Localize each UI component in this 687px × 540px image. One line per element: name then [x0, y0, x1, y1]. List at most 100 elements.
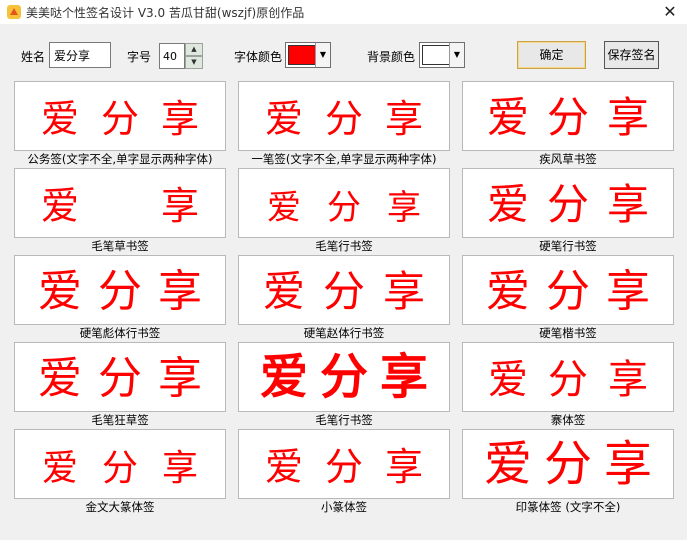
- signature-preview[interactable]: 爱分享: [14, 255, 226, 325]
- signature-cell[interactable]: 爱分享公务签(文字不全,单字显示两种字体): [14, 81, 226, 167]
- font-size-stepper[interactable]: ▲ ▼: [185, 43, 203, 69]
- signature-preview[interactable]: 爱分享: [238, 429, 450, 499]
- signature-preview[interactable]: 爱分享: [462, 255, 674, 325]
- signature-glyph: 分: [320, 349, 368, 405]
- close-button[interactable]: ✕: [653, 0, 687, 24]
- signature-glyph: 享: [161, 97, 199, 141]
- signature-glyph: 享: [385, 97, 423, 141]
- signature-cell[interactable]: 爱分享硬笔彪体行书签: [14, 255, 226, 341]
- signature-glyph: 爱: [488, 357, 528, 403]
- signature-style-caption: 毛笔草书签: [91, 239, 149, 253]
- name-label: 姓名: [21, 50, 46, 64]
- bg-color-swatch: [422, 45, 450, 65]
- signature-cell[interactable]: 爱分享毛笔狂草签: [14, 342, 226, 428]
- signature-preview[interactable]: 爱分享: [462, 168, 674, 238]
- close-icon: ✕: [663, 2, 677, 21]
- signature-style-caption: 印篆体签 (文字不全): [515, 500, 621, 514]
- signature-glyph: 分: [102, 448, 138, 489]
- signature-preview[interactable]: 爱分享: [462, 81, 674, 151]
- chevron-down-icon[interactable]: ▼: [449, 43, 464, 67]
- signature-glyph: 分: [325, 97, 363, 141]
- title-bar: 美美哒个性签名设计 V3.0 苦瓜甘甜(wszjf)原创作品 ✕: [0, 0, 687, 24]
- signature-glyph: 爱: [42, 448, 78, 489]
- signature-preview[interactable]: 爱分享: [238, 255, 450, 325]
- font-size-input[interactable]: [159, 43, 185, 69]
- signature-glyph: 爱: [487, 93, 529, 142]
- signature-preview[interactable]: 爱分享: [14, 429, 226, 499]
- signature-glyph: 享: [383, 267, 425, 316]
- signature-glyph: 分: [547, 180, 589, 229]
- signature-cell[interactable]: 爱分享金文大篆体签: [14, 429, 226, 515]
- font-color-picker[interactable]: ▼: [285, 42, 331, 68]
- signature-style-caption: 硬笔彪体行书签: [79, 326, 161, 340]
- signature-cell[interactable]: 爱分享印篆体签 (文字不全): [462, 429, 674, 515]
- signature-glyph: 分: [325, 445, 363, 489]
- signature-glyph: 爱: [265, 97, 303, 141]
- signature-glyph: 爱: [265, 445, 303, 489]
- signature-glyph: 分: [327, 188, 361, 228]
- signature-style-caption: 硬笔行书签: [539, 239, 597, 253]
- font-color-swatch: [288, 45, 316, 65]
- signature-preview[interactable]: 爱分享: [238, 342, 450, 412]
- signature-cell[interactable]: 爱分享硬笔赵体行书签: [238, 255, 450, 341]
- signature-glyph: 爱: [41, 184, 79, 228]
- signature-glyph: 享: [158, 353, 202, 404]
- signature-style-caption: 小篆体签: [321, 500, 367, 514]
- signature-cell[interactable]: 爱分享毛笔行书签: [238, 168, 450, 254]
- bg-color-label: 背景颜色: [367, 50, 416, 64]
- signature-glyph: 享: [161, 184, 199, 228]
- signature-preview[interactable]: 爱分享: [238, 81, 450, 151]
- signature-glyph: 享: [380, 349, 428, 405]
- signature-glyph: 享: [162, 448, 198, 489]
- signature-glyph: 享: [607, 93, 649, 142]
- signature-glyph: 享: [385, 445, 423, 489]
- signature-glyph: 爱: [263, 267, 305, 316]
- signature-style-caption: 疾风草书签: [539, 152, 597, 166]
- signature-glyph: 爱: [487, 180, 529, 229]
- signature-cell[interactable]: 爱分享寨体签: [462, 342, 674, 428]
- signature-style-caption: 硬笔楷书签: [539, 326, 597, 340]
- signature-style-caption: 硬笔赵体行书签: [303, 326, 385, 340]
- signature-glyph: 分: [547, 93, 589, 142]
- spin-down-icon[interactable]: ▼: [185, 56, 203, 69]
- signature-glyph: 分: [101, 97, 139, 141]
- chevron-down-icon[interactable]: ▼: [315, 43, 330, 67]
- signature-cell[interactable]: 爱分享硬笔楷书签: [462, 255, 674, 341]
- signature-preview[interactable]: 爱分享: [14, 342, 226, 412]
- window-title: 美美哒个性签名设计 V3.0 苦瓜甘甜(wszjf)原创作品: [26, 6, 305, 20]
- signature-glyph: 分: [98, 353, 142, 404]
- name-input[interactable]: [49, 42, 111, 68]
- signature-preview[interactable]: 爱分享: [14, 81, 226, 151]
- signature-glyph: 分: [546, 266, 590, 317]
- signature-cell[interactable]: 爱分享小篆体签: [238, 429, 450, 515]
- signature-glyph: 享: [387, 188, 421, 228]
- signature-glyph: 爱: [41, 97, 79, 141]
- font-color-label: 字体颜色: [234, 50, 283, 64]
- signature-glyph: 分: [98, 266, 142, 317]
- confirm-button[interactable]: 确定: [517, 41, 586, 69]
- size-label: 字号: [127, 50, 152, 64]
- bg-color-picker[interactable]: ▼: [419, 42, 465, 68]
- save-signature-button[interactable]: 保存签名: [604, 41, 659, 69]
- signature-cell[interactable]: 爱分享硬笔行书签: [462, 168, 674, 254]
- spin-up-icon[interactable]: ▲: [185, 43, 203, 56]
- signature-preview[interactable]: 爱分享: [462, 342, 674, 412]
- signature-preview[interactable]: 爱分享: [238, 168, 450, 238]
- signature-glyph: 分: [544, 436, 592, 492]
- signature-glyph: 享: [607, 180, 649, 229]
- signature-style-caption: 一笔签(文字不全,单字显示两种字体): [251, 152, 437, 166]
- signature-preview[interactable]: 爱分享: [462, 429, 674, 499]
- signature-glyph: 享: [158, 266, 202, 317]
- signature-style-caption: 毛笔行书签: [315, 239, 373, 253]
- signature-style-caption: 毛笔行书签: [315, 413, 373, 427]
- signature-cell[interactable]: 爱分享疾风草书签: [462, 81, 674, 167]
- signature-glyph: 爱: [267, 188, 301, 228]
- signature-glyph: 享: [608, 357, 648, 403]
- signature-style-caption: 金文大篆体签: [85, 500, 155, 514]
- signature-glyph: 爱: [38, 353, 82, 404]
- signature-preview[interactable]: 爱享: [14, 168, 226, 238]
- signature-style-caption: 寨体签: [550, 413, 586, 427]
- signature-cell[interactable]: 爱享毛笔草书签: [14, 168, 226, 254]
- signature-cell[interactable]: 爱分享毛笔行书签: [238, 342, 450, 428]
- signature-cell[interactable]: 爱分享一笔签(文字不全,单字显示两种字体): [238, 81, 450, 167]
